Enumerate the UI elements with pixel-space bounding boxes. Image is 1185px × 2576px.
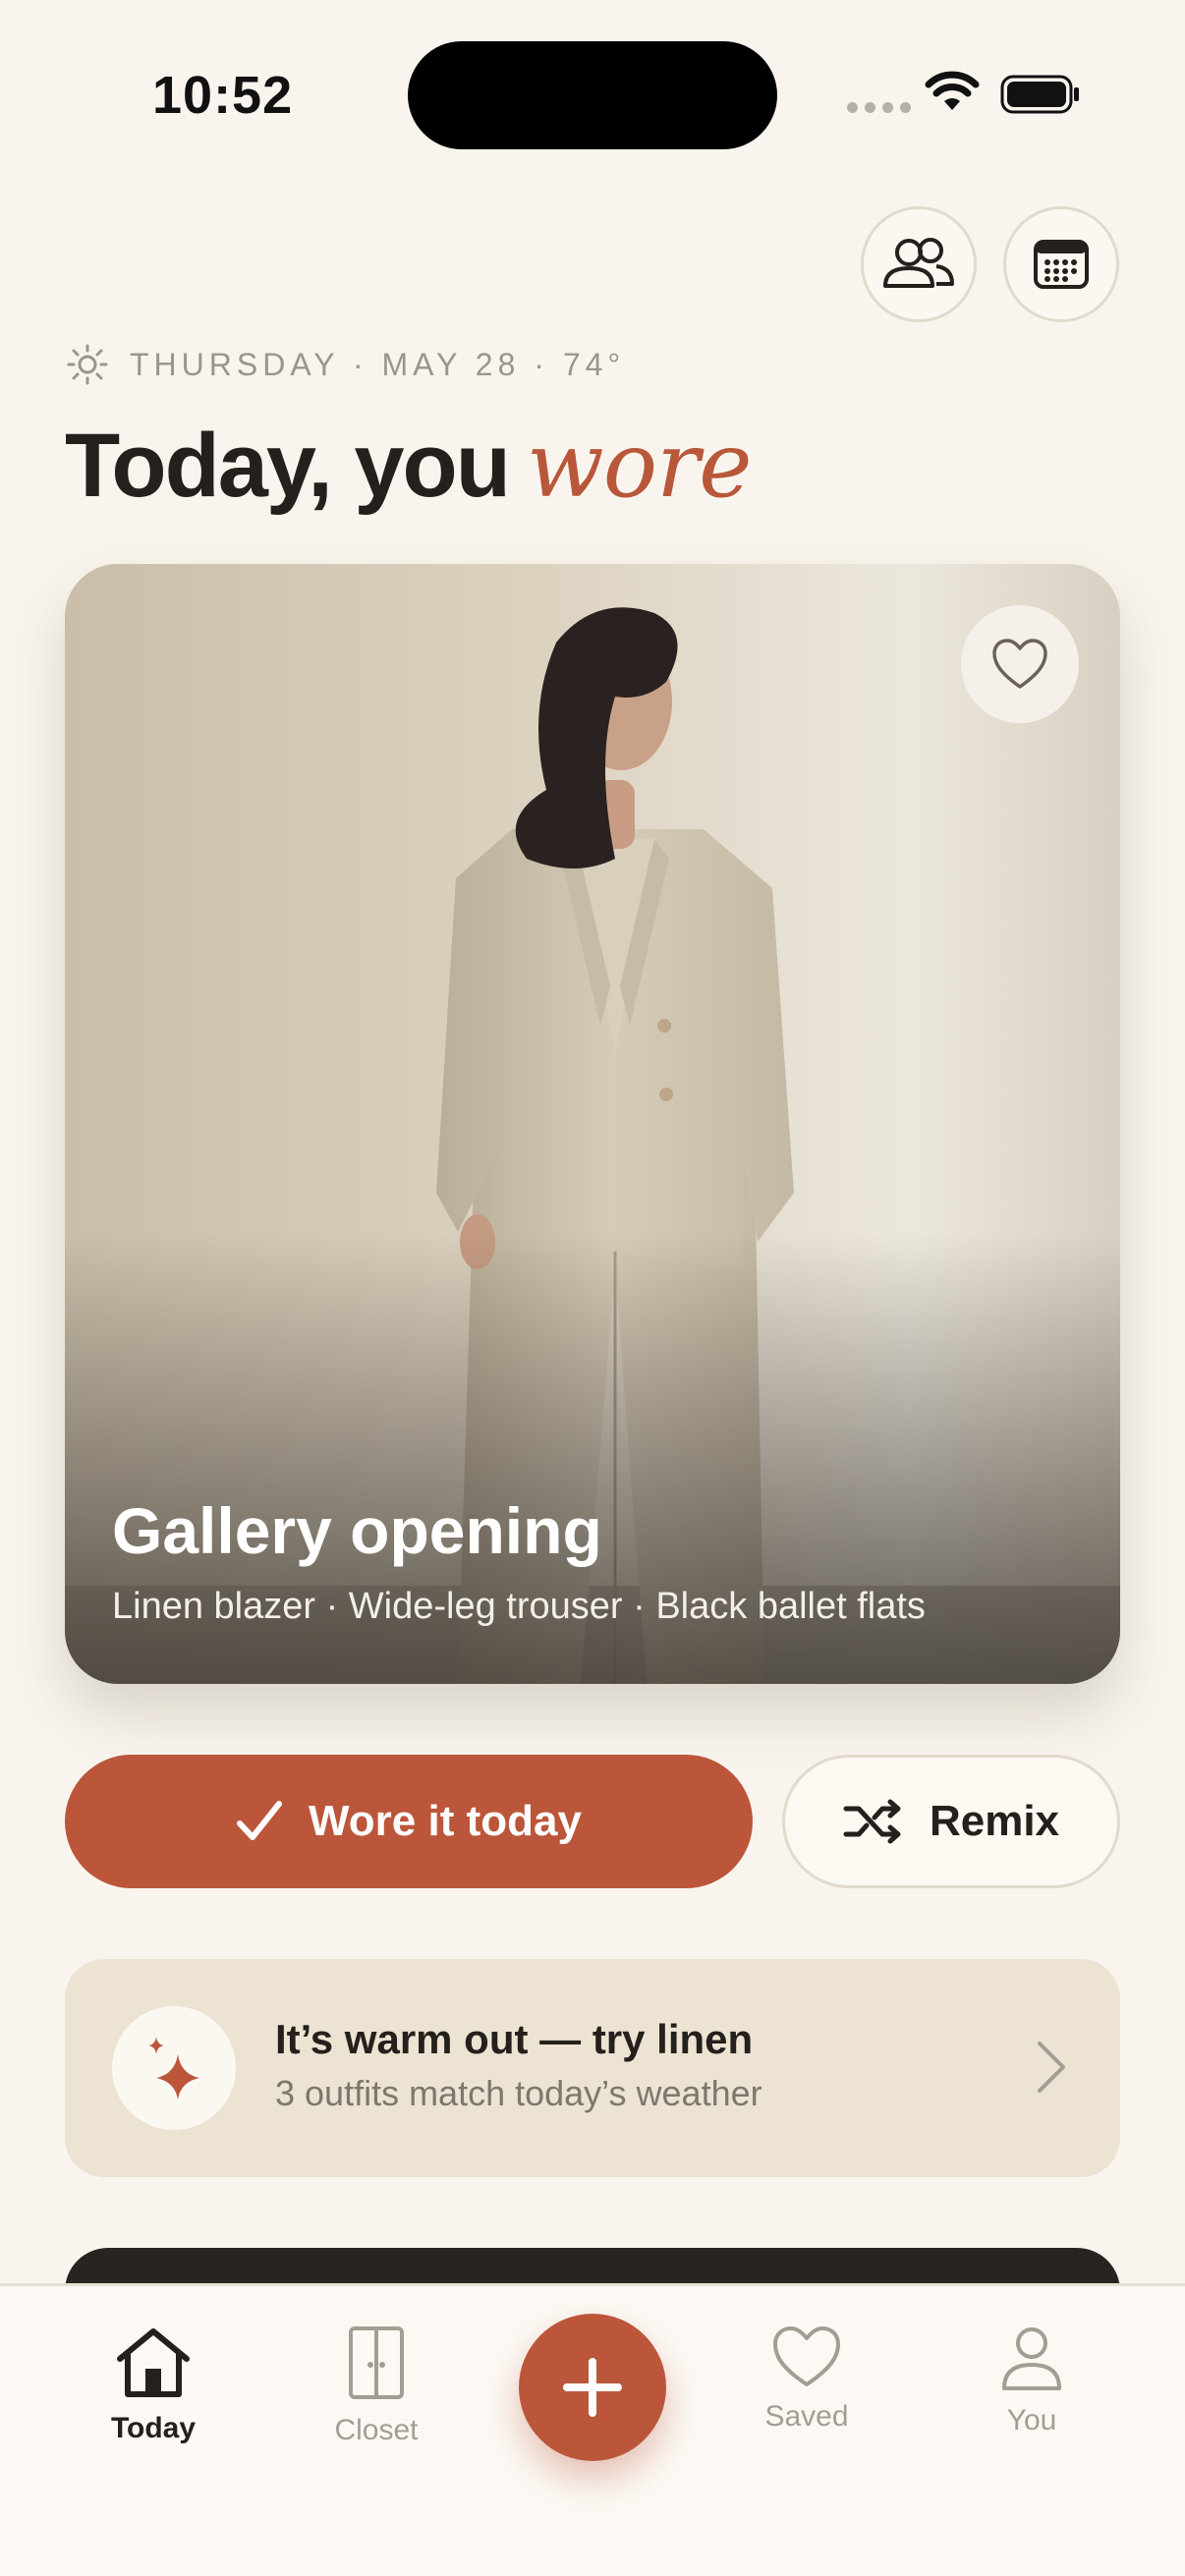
sun-icon (67, 344, 108, 385)
tab-saved-label: Saved (764, 2400, 849, 2433)
tab-today[interactable]: Today (65, 2325, 242, 2445)
wardrobe-icon (349, 2326, 404, 2399)
plus-icon (563, 2358, 622, 2417)
remix-label: Remix (929, 1797, 1060, 1845)
wore-it-today-label: Wore it today (309, 1797, 582, 1845)
dynamic-island (408, 41, 777, 149)
title-accent: wore (526, 413, 753, 518)
date-weather-line: THURSDAY · MAY 28 · 74° (67, 344, 625, 385)
outfit-title: Gallery opening (112, 1494, 602, 1567)
tab-you[interactable]: You (943, 2325, 1120, 2437)
tab-closet[interactable]: Closet (288, 2325, 465, 2447)
suggestion-subtitle: 3 outfits match today’s weather (275, 2073, 762, 2113)
suggestion-title: It’s warm out — try linen (275, 2016, 754, 2062)
sparkle-badge (112, 2006, 236, 2130)
calendar-button[interactable] (1003, 206, 1119, 322)
tab-today-label: Today (110, 2412, 197, 2444)
sparkle-icon (148, 2037, 199, 2100)
checkmark-icon (237, 1801, 283, 1840)
remix-button[interactable]: Remix (782, 1755, 1120, 1888)
tab-bar: Today Closet Saved You (0, 2283, 1185, 2576)
wifi-icon (925, 71, 980, 110)
heart-icon (773, 2326, 840, 2386)
calendar-icon (1034, 240, 1089, 289)
outfit-items: Linen blazer · Wide-leg trouser · Black … (112, 1586, 926, 1627)
person-icon (1002, 2327, 1061, 2390)
shuffle-icon (843, 1799, 901, 1844)
outfit-card[interactable]: Gallery opening Linen blazer · Wide-leg … (65, 564, 1120, 1684)
chevron-right-icon (1038, 2042, 1065, 2093)
tab-closet-label: Closet (334, 2414, 419, 2446)
favorite-button[interactable] (961, 605, 1079, 723)
battery-icon (1000, 75, 1079, 114)
add-outfit-button[interactable] (519, 2314, 666, 2461)
date-text: THURSDAY · MAY 28 · 74° (130, 346, 626, 382)
page-title: Today, you wore (65, 413, 753, 518)
home-icon (117, 2328, 190, 2397)
title-prefix: Today, you (65, 416, 511, 516)
friends-button[interactable] (861, 206, 977, 322)
weather-suggestion-card[interactable]: It’s warm out — try linen 3 outfits matc… (65, 1959, 1120, 2177)
tab-you-label: You (1006, 2404, 1057, 2436)
status-time: 10:52 (152, 66, 294, 125)
heart-icon (992, 639, 1047, 689)
people-icon (883, 238, 954, 288)
cellular-signal-icon (847, 102, 911, 113)
tab-saved[interactable]: Saved (718, 2325, 895, 2434)
wore-it-today-button[interactable]: Wore it today (65, 1755, 753, 1888)
